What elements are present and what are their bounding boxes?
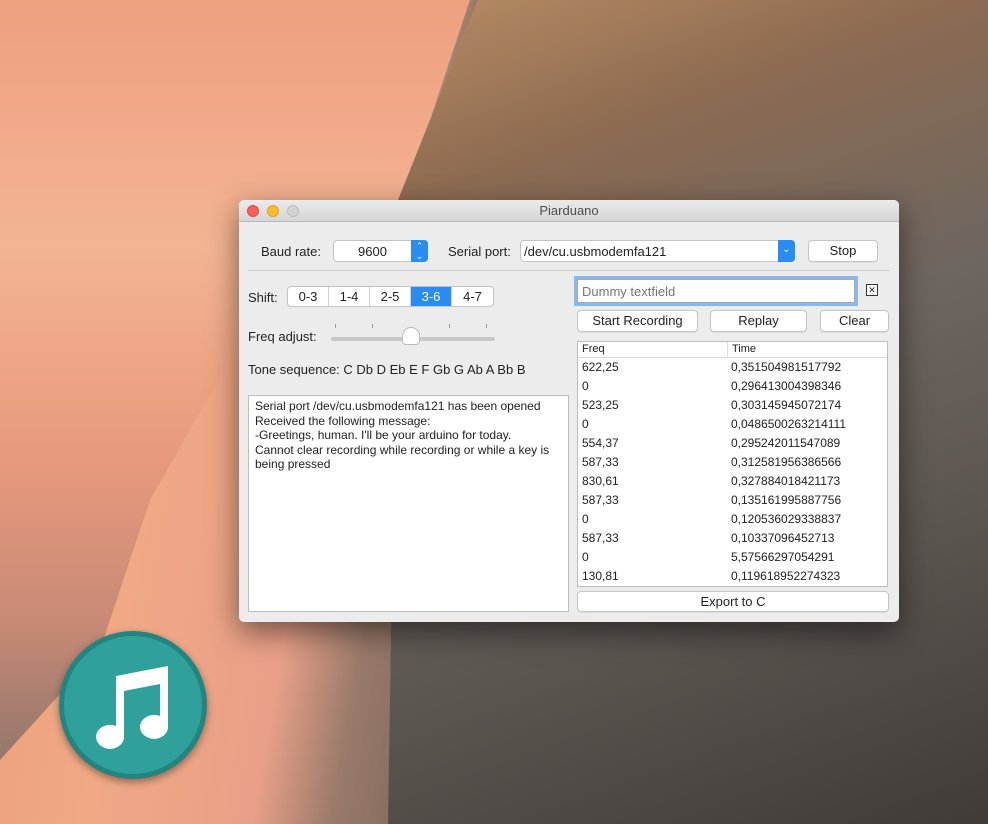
time-cell: 0,295242011547089 bbox=[731, 436, 841, 450]
close-button[interactable] bbox=[247, 205, 259, 217]
time-cell: 0,303145945072174 bbox=[731, 398, 842, 412]
time-cell: 0,119618952274323 bbox=[731, 569, 841, 583]
time-cell: 5,57566297054291 bbox=[731, 550, 835, 564]
table-row[interactable]: 622,25 0,351504981517792 bbox=[578, 358, 887, 377]
table-row[interactable]: 0 0,296413004398346 bbox=[578, 377, 887, 396]
table-row[interactable]: 830,61 0,327884018421173 bbox=[578, 472, 887, 491]
freq-cell: 0 bbox=[582, 417, 589, 431]
clear-button[interactable]: Clear bbox=[820, 310, 889, 332]
stop-button[interactable]: Stop bbox=[808, 240, 878, 262]
shift-option-4-7[interactable]: 4-7 bbox=[452, 287, 493, 306]
table-row[interactable]: 130,81 0,119618952274323 bbox=[578, 567, 887, 586]
divider bbox=[248, 270, 889, 271]
table-row[interactable]: 0 5,57566297054291 bbox=[578, 548, 887, 567]
freq-cell: 554,37 bbox=[582, 436, 619, 450]
freq-cell: 130,81 bbox=[582, 569, 619, 583]
serial-port-label: Serial port: bbox=[448, 244, 511, 259]
shift-option-3-6[interactable]: 3-6 bbox=[411, 287, 452, 306]
dummy-textfield[interactable] bbox=[574, 276, 858, 306]
log-line: Received the following message: bbox=[255, 413, 431, 428]
freq-cell: 0 bbox=[582, 512, 589, 526]
freq-adjust-slider[interactable] bbox=[331, 321, 495, 345]
freq-cell: 0 bbox=[582, 379, 589, 393]
time-cell: 0,312581956386566 bbox=[731, 455, 842, 469]
title-bar: Piarduano bbox=[239, 200, 899, 222]
table-row[interactable]: 0 0,0486500263214111 bbox=[578, 415, 887, 434]
serial-port-dropdown[interactable]: /dev/cu.usbmodemfa121 ⌄ bbox=[520, 240, 795, 262]
table-row[interactable]: 0 0,120536029338837 bbox=[578, 510, 887, 529]
tone-sequence-label: Tone sequence: C Db D Eb E F Gb G Ab A B… bbox=[248, 362, 526, 377]
freq-cell: 830,61 bbox=[582, 474, 619, 488]
table-row[interactable]: 587,33 0,312581956386566 bbox=[578, 453, 887, 472]
export-to-c-button[interactable]: Export to C bbox=[577, 591, 889, 612]
time-cell: 0,10337096452713 bbox=[731, 531, 835, 545]
baud-rate-stepper[interactable]: 9600 ⌃ ⌄ bbox=[333, 240, 428, 262]
shift-label: Shift: bbox=[248, 290, 278, 305]
music-app-icon[interactable] bbox=[59, 631, 207, 779]
freq-cell: 587,33 bbox=[582, 531, 619, 545]
recording-table[interactable]: Freq Time 622,25 0,351504981517792 0 0,2964… bbox=[577, 341, 888, 587]
message-log[interactable]: Serial port /dev/cu.usbmodemfa121 has be… bbox=[248, 395, 569, 612]
freq-cell: 587,33 bbox=[582, 493, 619, 507]
baud-rate-label: Baud rate: bbox=[261, 244, 321, 259]
table-row[interactable]: 587,33 0,135161995887756 bbox=[578, 491, 887, 510]
time-cell: 0,0486500263214111 bbox=[731, 417, 847, 431]
column-header-time[interactable]: Time bbox=[727, 342, 756, 357]
baud-rate-value: 9600 bbox=[358, 244, 387, 259]
start-recording-button[interactable]: Start Recording bbox=[577, 310, 698, 332]
table-header: Freq Time bbox=[578, 342, 887, 358]
replay-button[interactable]: Replay bbox=[710, 310, 807, 332]
music-note-icon bbox=[96, 666, 168, 749]
time-cell: 0,120536029338837 bbox=[731, 512, 842, 526]
shift-option-0-3[interactable]: 0-3 bbox=[288, 287, 329, 306]
table-row[interactable]: 587,33 0,10337096452713 bbox=[578, 529, 887, 548]
column-header-freq[interactable]: Freq bbox=[578, 342, 727, 357]
app-window: Piarduano Baud rate: 9600 ⌃ ⌄ Serial port… bbox=[239, 200, 899, 622]
freq-cell: 523,25 bbox=[582, 398, 619, 412]
stepper-arrows-icon[interactable]: ⌃ ⌄ bbox=[411, 240, 428, 262]
time-cell: 0,327884018421173 bbox=[731, 474, 841, 488]
freq-cell: 0 bbox=[582, 550, 589, 564]
log-line: Cannot clear recording while recording o… bbox=[255, 442, 550, 472]
checkbox-icon[interactable]: ✕ bbox=[866, 284, 878, 296]
shift-segmented-control: 0-3 1-4 2-5 3-6 4-7 bbox=[287, 286, 494, 307]
serial-port-value: /dev/cu.usbmodemfa121 bbox=[524, 244, 667, 259]
zoom-button[interactable] bbox=[287, 205, 299, 217]
freq-adjust-label: Freq adjust: bbox=[248, 329, 317, 344]
freq-cell: 622,25 bbox=[582, 360, 619, 374]
shift-option-2-5[interactable]: 2-5 bbox=[370, 287, 411, 306]
log-line: Serial port /dev/cu.usbmodemfa121 has be… bbox=[255, 399, 541, 413]
log-line: -Greetings, human. I'll be your arduino … bbox=[255, 428, 512, 442]
window-title: Piarduano bbox=[539, 203, 599, 218]
minimize-button[interactable] bbox=[267, 205, 279, 217]
shift-option-1-4[interactable]: 1-4 bbox=[329, 287, 370, 306]
table-row[interactable]: 554,37 0,295242011547089 bbox=[578, 434, 887, 453]
time-cell: 0,135161995887756 bbox=[731, 493, 842, 507]
table-row[interactable]: 523,25 0,303145945072174 bbox=[578, 396, 887, 415]
time-cell: 0,296413004398346 bbox=[731, 379, 842, 393]
freq-cell: 587,33 bbox=[582, 455, 619, 469]
chevron-down-icon: ⌄ bbox=[778, 240, 795, 262]
time-cell: 0,351504981517792 bbox=[731, 360, 842, 374]
slider-knob[interactable] bbox=[402, 327, 420, 345]
